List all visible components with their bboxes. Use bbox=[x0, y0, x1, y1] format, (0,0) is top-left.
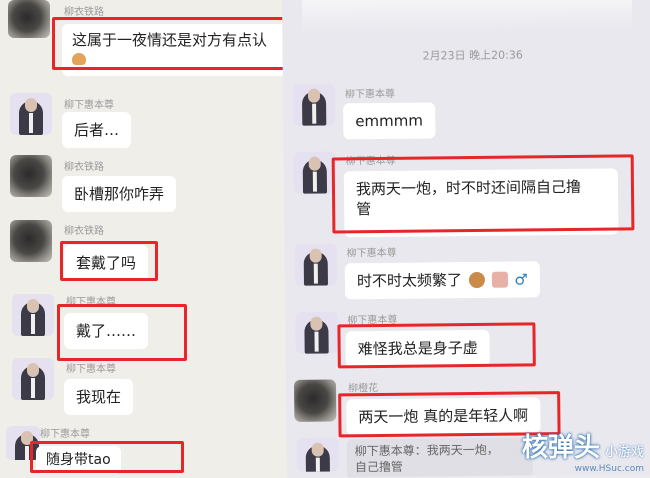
watermark-brand: 核弹头 bbox=[521, 433, 600, 463]
avatar[interactable] bbox=[292, 83, 336, 126]
highlight-box bbox=[337, 322, 536, 369]
avatar[interactable] bbox=[8, 0, 50, 38]
message-text: 时不时太频繁了 bbox=[356, 271, 463, 291]
avatar[interactable] bbox=[10, 93, 52, 135]
sender-name: 柳下惠本尊 bbox=[64, 100, 114, 111]
block-emoji-icon bbox=[491, 271, 508, 288]
left-chat-screenshot: 柳衣铁路 这属于一夜情还是对方有点认 柳下惠本尊 后者… 柳衣铁路 卧槽那你咋弄… bbox=[0, 0, 300, 478]
sender-name: 柳下惠本尊 bbox=[66, 364, 116, 375]
watermark-sub: 小游戏 bbox=[604, 445, 644, 460]
avatar[interactable] bbox=[12, 294, 54, 336]
quote-line: 柳下惠本尊：我两天一炮， bbox=[354, 442, 499, 459]
avatar[interactable] bbox=[293, 151, 337, 194]
sender-name: 柳下惠本尊 bbox=[40, 429, 90, 440]
message-bubble[interactable]: 我现在 bbox=[64, 379, 134, 415]
watermark: 核弹头 小游戏 www.HSuc.com bbox=[522, 427, 644, 474]
sender-name: 柳衣铁路 bbox=[64, 7, 104, 18]
message-bubble[interactable]: 后者… bbox=[62, 112, 132, 148]
avatar[interactable] bbox=[296, 437, 339, 472]
quote-line: 自己撸管 bbox=[354, 459, 403, 475]
sender-name: 柳衣铁路 bbox=[64, 162, 104, 173]
avatar[interactable] bbox=[295, 311, 338, 354]
sender-name: 柳下惠本尊 bbox=[346, 247, 397, 260]
right-chat-screenshot: 2月23日 晚上20:36 柳下惠本尊 emmmm 柳下惠本尊 我两天一炮，时不… bbox=[282, 0, 650, 478]
highlight-box bbox=[60, 241, 158, 281]
quoted-message[interactable]: 柳下惠本尊：我两天一炮， 自己撸管 bbox=[346, 437, 534, 478]
timestamp: 2月23日 晚上20:36 bbox=[422, 48, 523, 63]
highlight-box bbox=[57, 304, 187, 361]
watermark-url: www.HSuc.com bbox=[574, 464, 644, 474]
message-bubble[interactable]: emmmm bbox=[343, 102, 436, 140]
avatar[interactable] bbox=[12, 358, 54, 400]
avatar[interactable] bbox=[10, 155, 52, 197]
avatar[interactable] bbox=[293, 379, 337, 422]
avatar[interactable] bbox=[294, 243, 337, 286]
highlight-box bbox=[52, 17, 300, 70]
male-symbol-icon: ♂ bbox=[514, 270, 528, 289]
highlight-box bbox=[30, 441, 184, 473]
message-bubble[interactable]: 卧槽那你咋弄 bbox=[62, 176, 177, 212]
highlight-box bbox=[331, 154, 635, 234]
blurred-top bbox=[301, 0, 633, 34]
sender-name: 柳下惠本尊 bbox=[344, 88, 396, 101]
avatar[interactable] bbox=[10, 220, 52, 262]
message-bubble[interactable]: 时不时太频繁了 ♂ bbox=[344, 261, 540, 300]
sender-name: 柳橙花 bbox=[348, 383, 379, 395]
person-emoji-icon bbox=[468, 271, 485, 289]
sender-name: 柳衣铁路 bbox=[64, 226, 104, 237]
